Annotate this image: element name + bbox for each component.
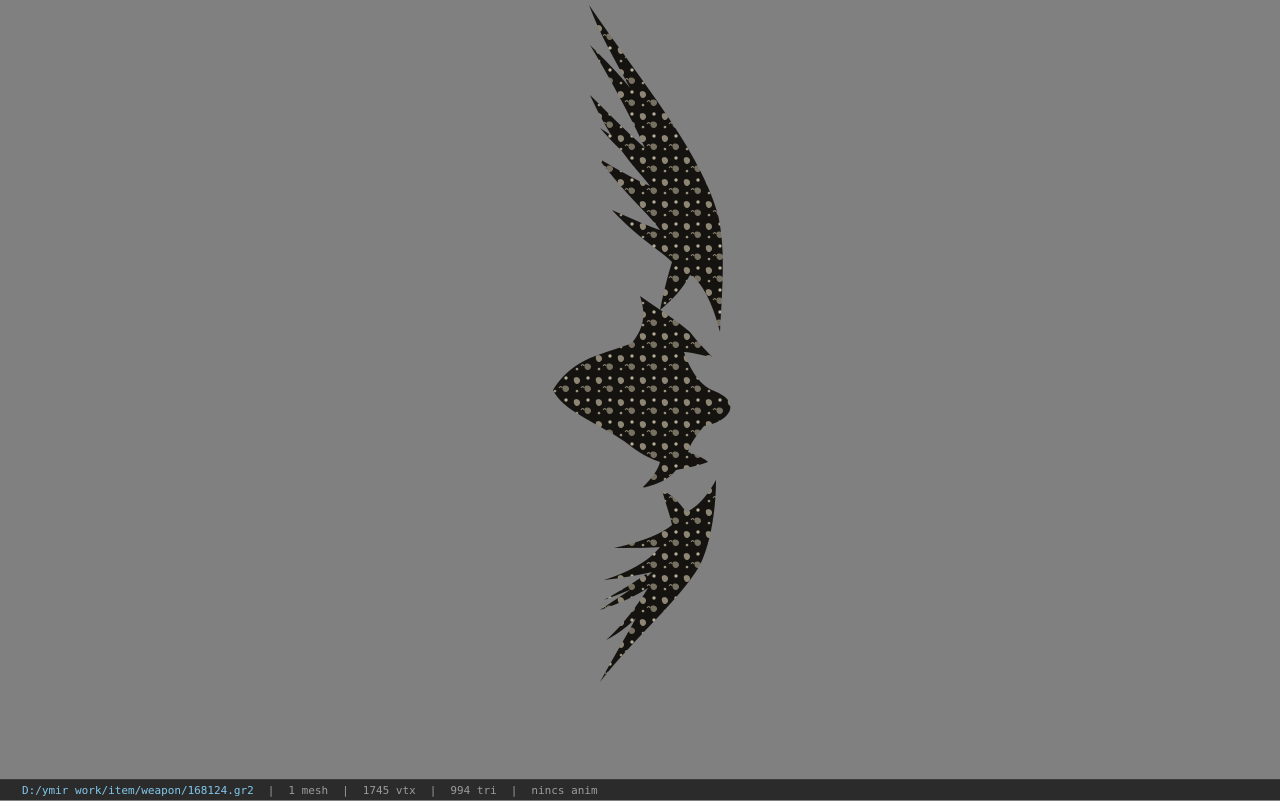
- bow-model: [553, 5, 731, 682]
- animation-status: nincs anim: [531, 783, 598, 797]
- model-viewport[interactable]: [0, 0, 1280, 779]
- upper-limb: [589, 5, 723, 332]
- vertex-count: 1745 vtx: [362, 783, 416, 797]
- status-separator: |: [342, 783, 349, 797]
- lower-limb: [600, 480, 716, 682]
- status-separator: |: [267, 783, 275, 797]
- triangle-count: 994 tri: [450, 783, 497, 797]
- file-path: D:/ymir work/item/weapon/168124.gr2: [22, 783, 254, 797]
- grip: [553, 296, 731, 488]
- mesh-count: 1 mesh: [288, 783, 329, 797]
- status-separator: |: [429, 783, 437, 797]
- status-bar: D:/ymir work/item/weapon/168124.gr2 | 1 …: [0, 779, 1280, 800]
- status-separator: |: [510, 783, 518, 797]
